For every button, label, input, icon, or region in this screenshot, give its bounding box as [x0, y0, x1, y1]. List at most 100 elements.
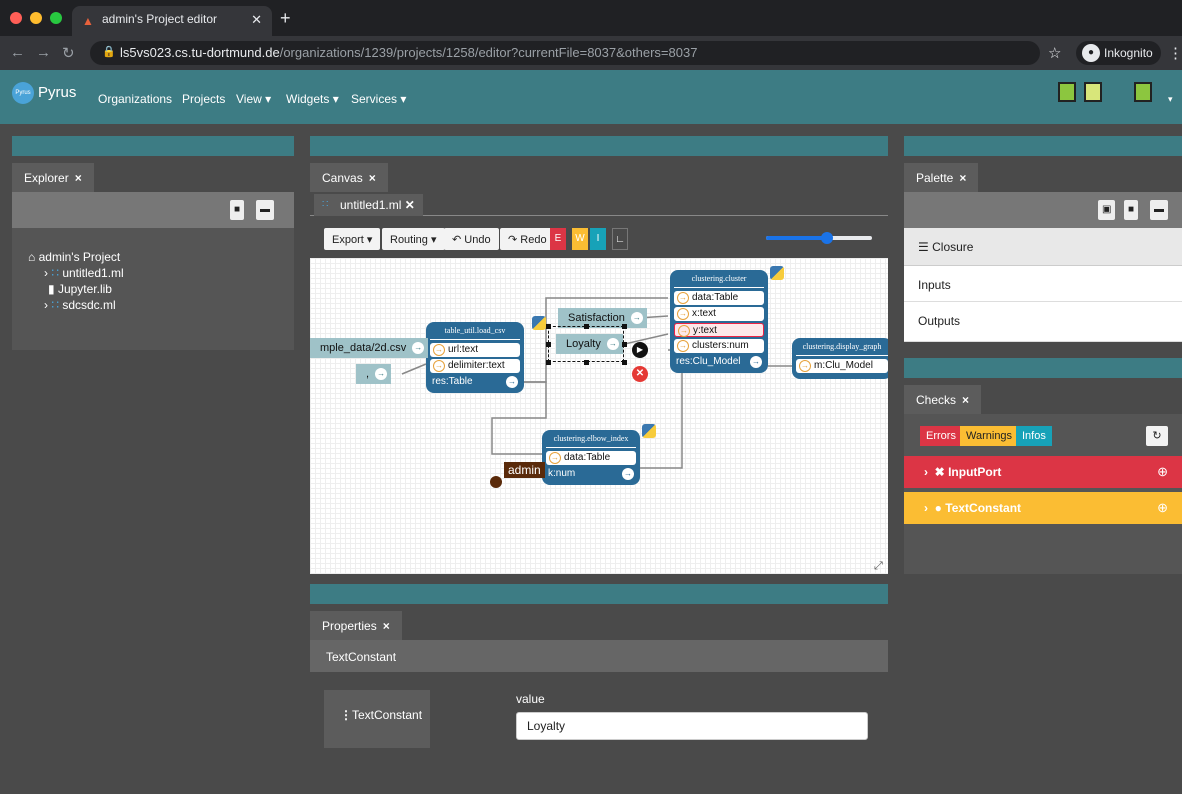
palette-item-inputs[interactable]: Inputs: [904, 266, 1182, 302]
node-cluster[interactable]: clustering.cluster → data:Table → x:text →…: [670, 270, 768, 373]
toggle-errors-button[interactable]: E: [550, 228, 566, 250]
delete-icon[interactable]: ✕: [632, 366, 648, 382]
brand[interactable]: Pyrus Pyrus: [12, 82, 76, 104]
properties-panel-header[interactable]: [310, 584, 888, 604]
input-port[interactable]: → clusters:num: [674, 339, 764, 353]
toggle-infos-button[interactable]: I: [590, 228, 606, 250]
check-entry-warning[interactable]: › ● TextConstant ⊕: [904, 492, 1182, 524]
check-entry-error[interactable]: › ✖ InputPort ⊕: [904, 456, 1182, 488]
tab-checks[interactable]: Checks ×: [904, 385, 982, 414]
close-tab-icon[interactable]: ✕: [251, 12, 262, 28]
user-avatar-1[interactable]: [1058, 82, 1076, 102]
input-port[interactable]: → data:Table: [674, 291, 764, 305]
user-menu-avatar[interactable]: [1134, 82, 1152, 102]
output-port[interactable]: res:Table →: [430, 375, 520, 389]
maximize-window-button[interactable]: [50, 12, 62, 24]
file-tab-untitled1[interactable]: ∷ untitled1.ml ✕: [314, 194, 423, 216]
explorer-panel-header[interactable]: [12, 136, 294, 156]
user-avatar-2[interactable]: [1084, 82, 1102, 102]
filter-infos-button[interactable]: Infos: [1016, 426, 1052, 446]
model-canvas[interactable]: table_util.load_csv → url:text → delimiter…: [310, 258, 888, 574]
canvas-panel-header[interactable]: [310, 136, 888, 156]
open-folder-icon[interactable]: ▬: [256, 200, 274, 220]
resize-handle[interactable]: [584, 360, 589, 365]
resize-corner-icon[interactable]: ⤢: [874, 560, 883, 573]
bookmark-star-icon[interactable]: ☆: [1048, 44, 1061, 62]
reload-icon[interactable]: ↻: [62, 44, 75, 62]
tab-palette[interactable]: Palette ×: [904, 163, 979, 192]
browser-menu-icon[interactable]: ⋮: [1168, 44, 1182, 62]
tree-item-jupyter[interactable]: ▮ Jupyter.lib: [48, 282, 112, 296]
resize-handle[interactable]: [622, 342, 627, 347]
resize-handle[interactable]: [622, 360, 627, 365]
palette-panel-header[interactable]: [904, 136, 1182, 156]
new-folder-icon[interactable]: ■: [230, 200, 245, 220]
palette-item-outputs[interactable]: Outputs: [904, 302, 1182, 342]
text-constant-satisfaction[interactable]: Satisfaction →: [558, 308, 647, 328]
tab-properties[interactable]: Properties ×: [310, 611, 402, 640]
close-file-icon[interactable]: ✕: [405, 198, 415, 212]
input-port[interactable]: → delimiter:text: [430, 359, 520, 373]
output-port[interactable]: k:num →: [546, 467, 636, 481]
node-elbow-index[interactable]: clustering.elbow_index → data:Table k:num…: [542, 430, 640, 485]
nav-widgets[interactable]: Widgets ▾: [286, 92, 339, 106]
export-button[interactable]: Export ▾: [324, 228, 381, 250]
nav-services[interactable]: Services ▾: [351, 92, 406, 106]
close-canvas-icon[interactable]: ×: [369, 171, 376, 185]
input-port[interactable]: → url:text: [430, 343, 520, 357]
resize-handle[interactable]: [584, 324, 589, 329]
checks-panel-header[interactable]: [904, 358, 1182, 378]
resize-handle[interactable]: [622, 324, 627, 329]
new-tab-icon[interactable]: +: [280, 8, 291, 29]
toggle-warnings-button[interactable]: W: [572, 228, 588, 250]
close-explorer-icon[interactable]: ×: [75, 171, 82, 185]
input-port[interactable]: → data:Table: [546, 451, 636, 465]
resize-handle[interactable]: [546, 324, 551, 329]
text-constant-csv-path[interactable]: mple_data/2d.csv →: [310, 338, 429, 358]
node-display-graph[interactable]: clustering.display_graph → m:Clu_Model: [792, 338, 888, 379]
user-menu-caret-icon[interactable]: ▾: [1168, 94, 1173, 105]
crosshair-icon[interactable]: ⊕: [1157, 500, 1168, 516]
palette-group-closure[interactable]: ☰ Closure: [904, 228, 1182, 266]
tree-root[interactable]: ⌂ admin's Project: [28, 250, 120, 264]
new-folder-icon[interactable]: ■: [1124, 200, 1139, 220]
tab-explorer[interactable]: Explorer ×: [12, 163, 94, 192]
crosshair-icon[interactable]: ⊕: [1157, 464, 1168, 480]
resize-handle[interactable]: [546, 360, 551, 365]
filter-errors-button[interactable]: Errors: [920, 426, 962, 446]
nav-organizations[interactable]: Organizations: [98, 92, 172, 106]
incognito-profile-button[interactable]: ● Inkognito: [1076, 41, 1161, 65]
tab-canvas[interactable]: Canvas ×: [310, 163, 388, 192]
undo-button[interactable]: ↶ Undo: [444, 228, 499, 250]
nav-view[interactable]: View ▾: [236, 92, 271, 106]
play-icon[interactable]: ▶: [632, 342, 648, 358]
back-arrow-icon[interactable]: ←: [10, 44, 25, 61]
resize-handle[interactable]: [546, 342, 551, 347]
close-properties-icon[interactable]: ×: [383, 619, 390, 633]
input-port[interactable]: → y:text: [674, 323, 764, 337]
filter-warnings-button[interactable]: Warnings: [960, 426, 1019, 446]
refresh-icon[interactable]: ↻: [1146, 426, 1168, 446]
forward-arrow-icon[interactable]: →: [36, 44, 51, 61]
value-input[interactable]: [516, 712, 868, 740]
minimize-window-button[interactable]: [30, 12, 42, 24]
input-port[interactable]: → x:text: [674, 307, 764, 321]
tree-item-sdcsdc[interactable]: › ∷ sdcsdc.ml: [44, 298, 116, 312]
output-port[interactable]: res:Clu_Model →: [674, 355, 764, 369]
text-constant-delimiter[interactable]: , →: [356, 364, 392, 384]
close-checks-icon[interactable]: ×: [962, 393, 969, 407]
address-bar[interactable]: 🔒 ls5vs023.cs.tu-dortmund.de/organizatio…: [90, 41, 1040, 65]
layout-toggle-icon[interactable]: ∟: [612, 228, 628, 250]
properties-nav-item[interactable]: ⋮TextConstant: [324, 690, 430, 748]
input-port[interactable]: → m:Clu_Model: [796, 359, 888, 373]
close-window-button[interactable]: [10, 12, 22, 24]
tree-item-untitled1[interactable]: › ∷ untitled1.ml: [44, 266, 124, 280]
zoom-slider[interactable]: [766, 232, 872, 244]
node-load-csv[interactable]: table_util.load_csv → url:text → delimiter…: [426, 322, 524, 393]
collapse-all-icon[interactable]: ▣: [1098, 200, 1116, 220]
browser-tab[interactable]: ▲ admin's Project editor ✕: [72, 6, 272, 36]
open-folder-icon[interactable]: ▬: [1150, 200, 1168, 220]
redo-button[interactable]: ↷ Redo: [500, 228, 555, 250]
close-palette-icon[interactable]: ×: [959, 171, 966, 185]
nav-projects[interactable]: Projects: [182, 92, 225, 106]
